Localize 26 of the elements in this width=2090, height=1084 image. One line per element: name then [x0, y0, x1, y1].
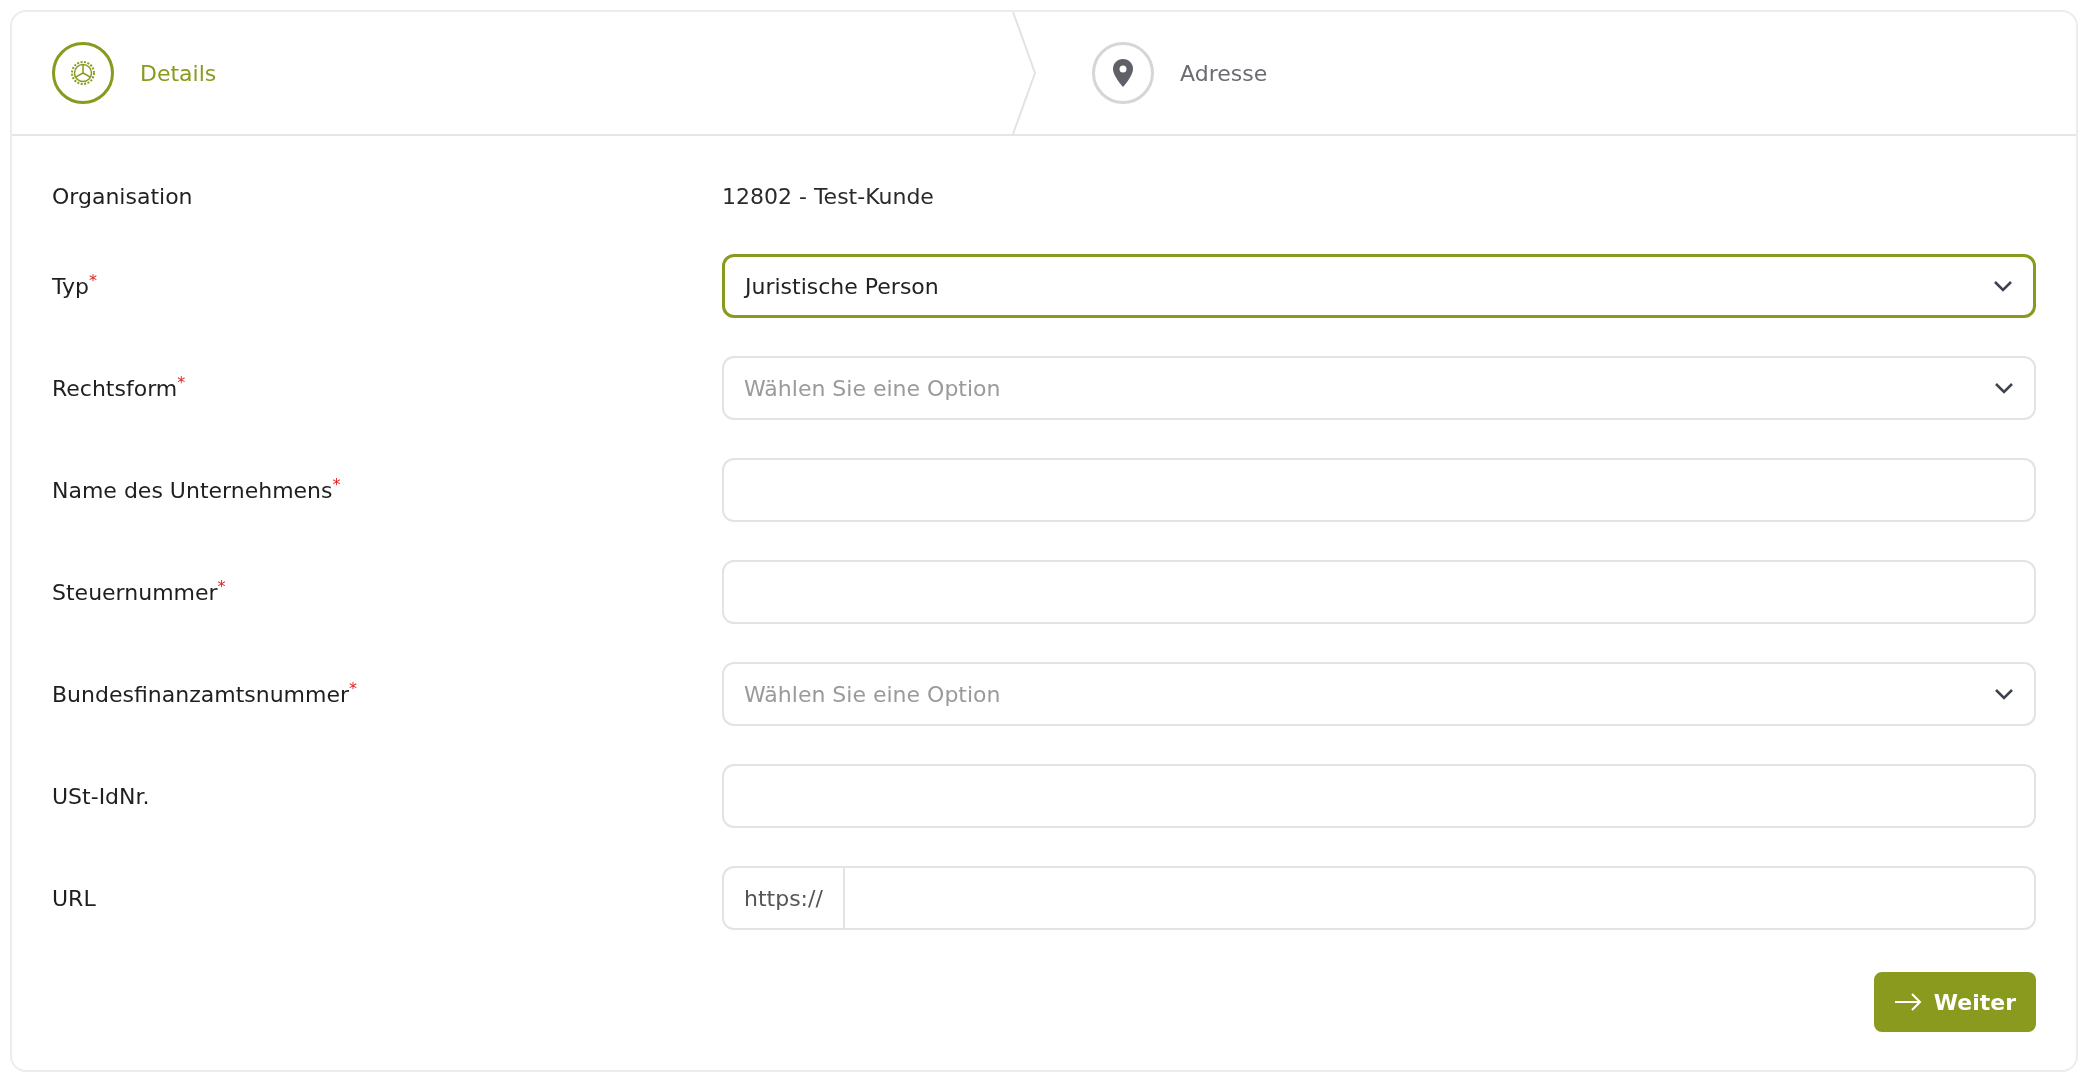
input-field[interactable] — [722, 560, 2036, 624]
arrow-right-icon — [1893, 993, 1922, 1011]
field-label: USt-IdNr. — [52, 783, 151, 809]
gear-icon — [68, 58, 98, 88]
field-label: Bundesfinanzamtsnummer$^{*}$ — [52, 681, 359, 707]
url-input-field[interactable]: https:// — [722, 866, 2036, 930]
field-label: URL — [52, 885, 97, 911]
chevron-down-icon — [1994, 382, 2014, 394]
field-label: Typ$^{*}$ — [52, 273, 98, 299]
next-button[interactable]: Weiter — [1873, 972, 2036, 1032]
field-label: Name des Unternehmens$^{*}$ — [52, 477, 342, 503]
url-prefix: https:// — [724, 868, 845, 928]
field-label: Rechtsform$^{*}$ — [52, 375, 187, 401]
field-label: Organisation — [52, 183, 194, 209]
field-label: Steuernummer$^{*}$ — [52, 579, 227, 605]
map-pin-icon — [1112, 58, 1134, 88]
select-dropdown[interactable]: Wählen Sie eine Option — [722, 356, 2036, 420]
chevron-down-icon — [1994, 688, 2014, 700]
input-field[interactable] — [722, 764, 2036, 828]
step-tab[interactable]: Adresse — [1180, 60, 1268, 86]
chevron-down-icon — [1993, 280, 2013, 292]
select-dropdown[interactable]: Wählen Sie eine Option — [722, 662, 2036, 726]
step-tab[interactable]: Details — [140, 60, 217, 86]
field-value: 12802 - Test-Kunde — [722, 183, 935, 209]
input-field[interactable] — [722, 458, 2036, 522]
select-dropdown[interactable]: Juristische Person — [722, 254, 2036, 318]
